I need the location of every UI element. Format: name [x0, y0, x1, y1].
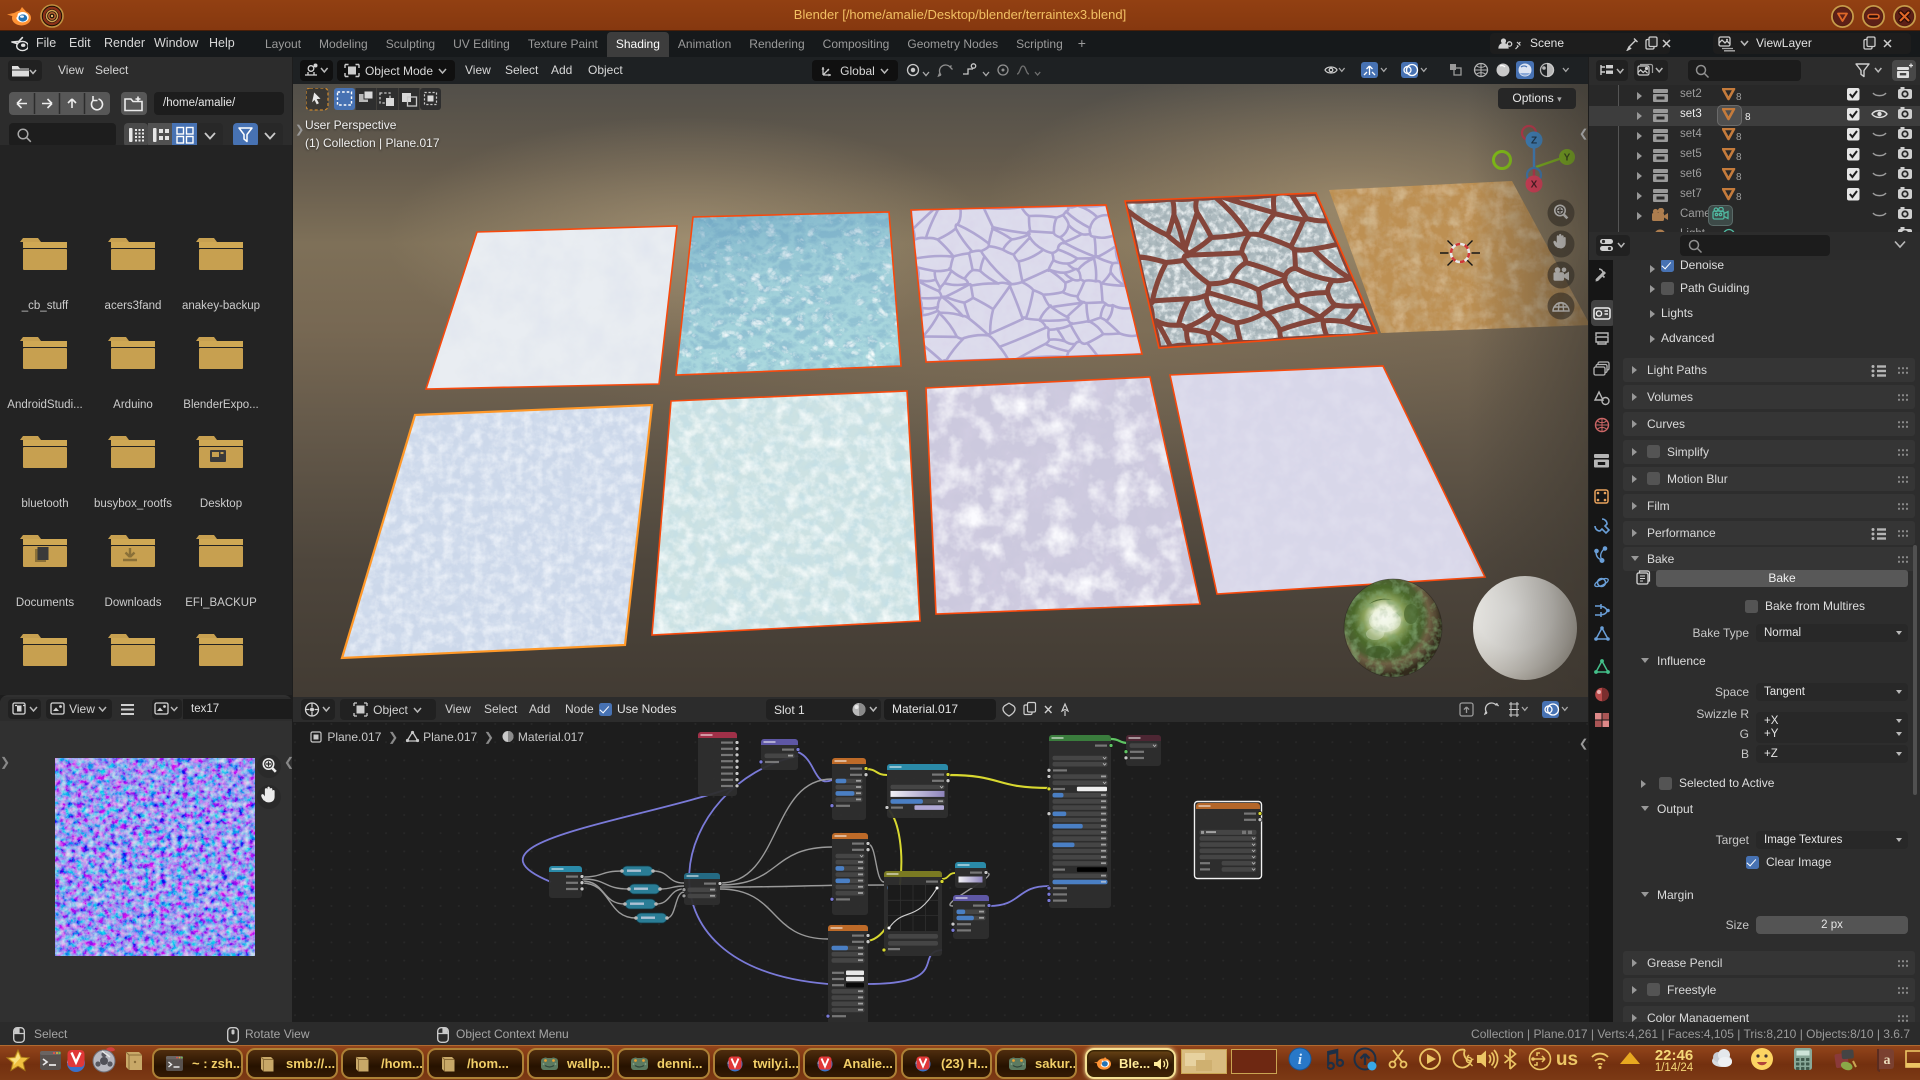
svg-text:i: i: [1298, 1052, 1303, 1068]
svg-text:us: us: [1556, 1049, 1578, 1070]
svg-text:a: a: [1884, 1053, 1891, 1068]
